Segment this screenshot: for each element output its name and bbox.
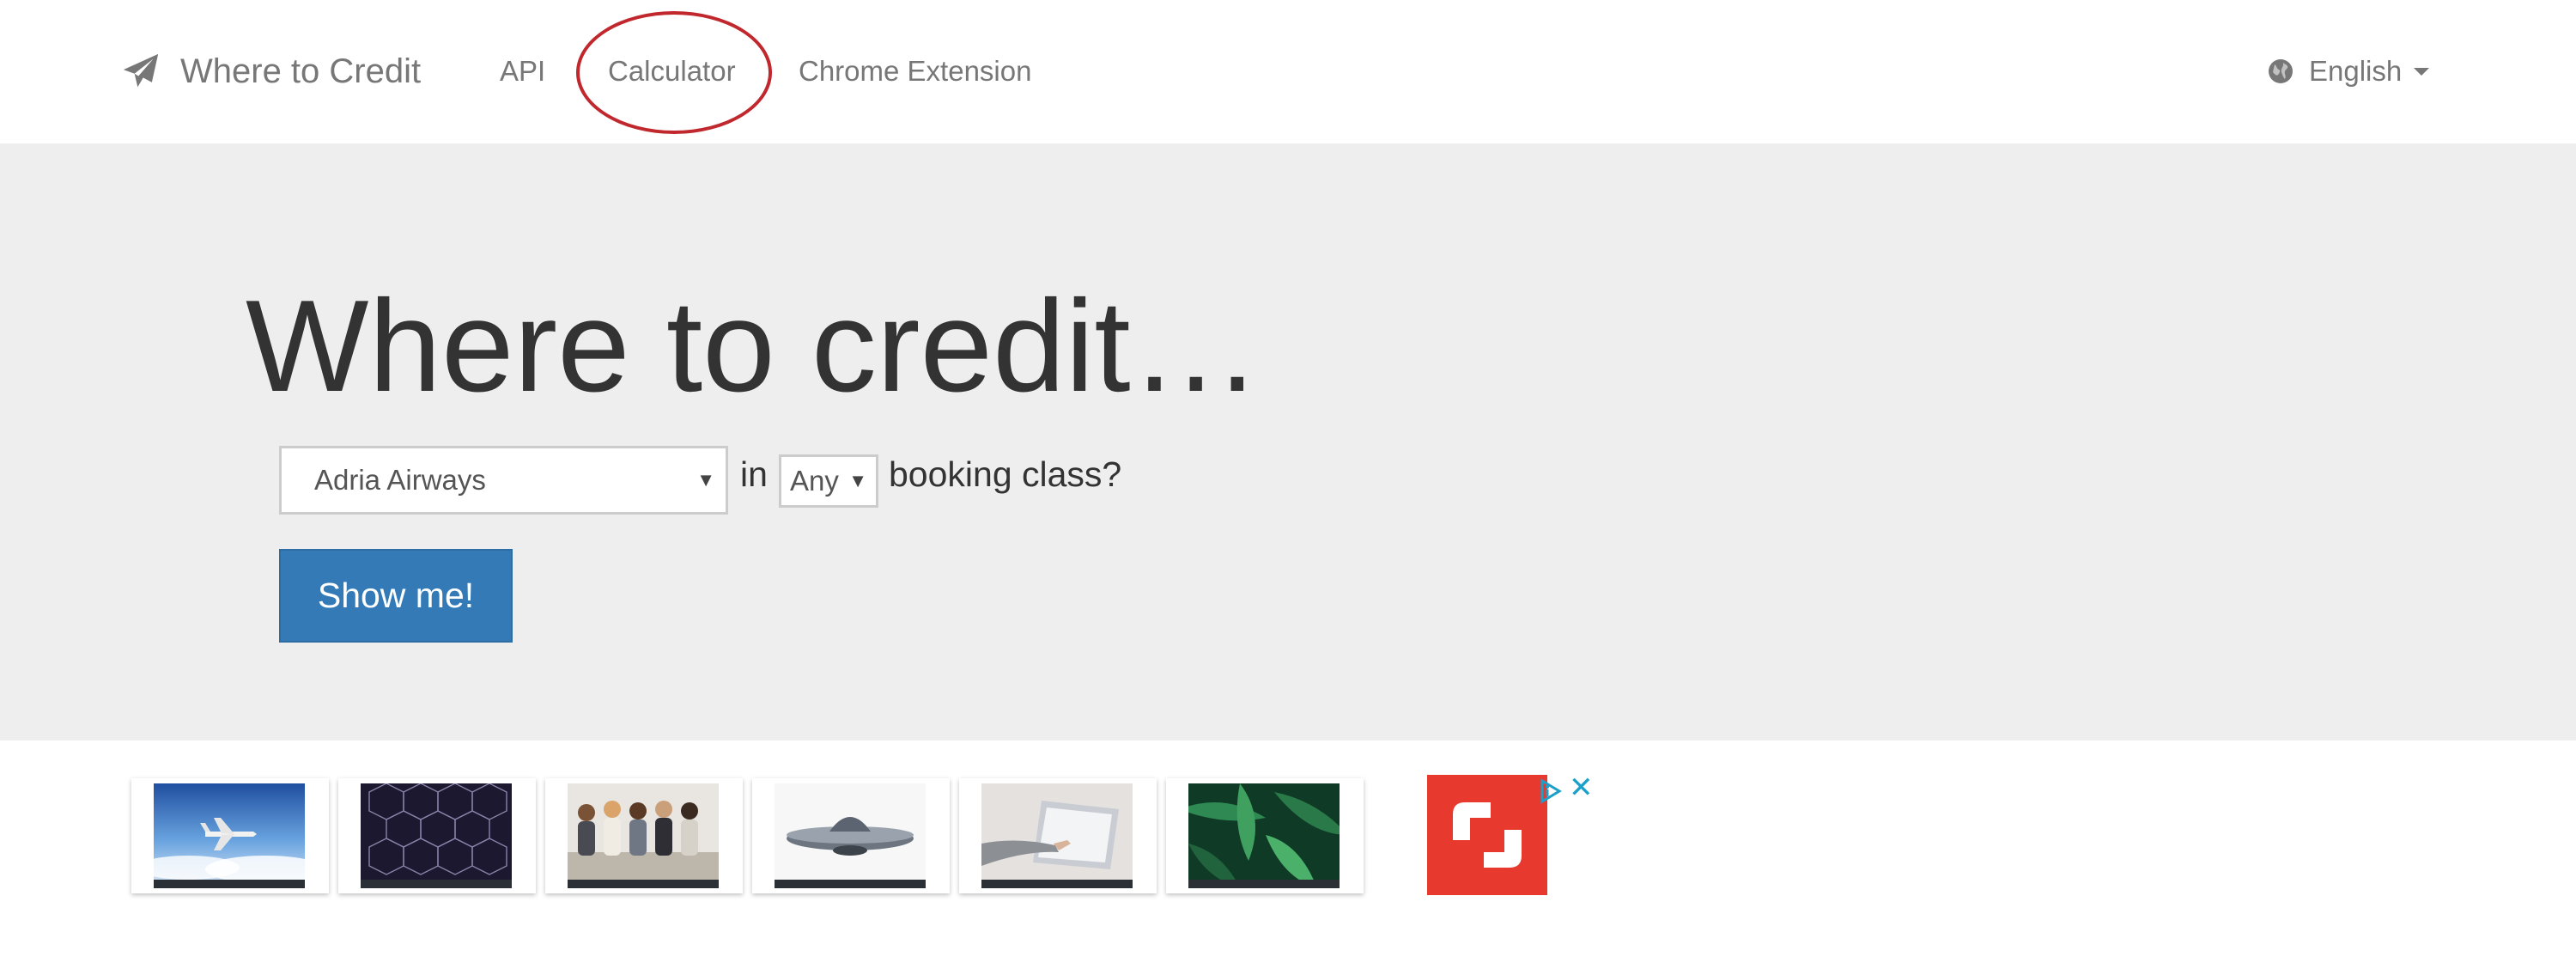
in-label: in: [740, 454, 768, 494]
nav-calculator[interactable]: Calculator: [608, 41, 736, 101]
brand-name: Where to Credit: [180, 52, 422, 90]
ad-image-airplane: [154, 783, 305, 888]
booking-class-select[interactable]: Any ▼: [779, 454, 878, 508]
ad-image-card[interactable]: [752, 778, 950, 893]
close-icon[interactable]: ✕: [1569, 773, 1594, 802]
ad-image-card[interactable]: [131, 778, 329, 893]
ad-image-group-of-people: [568, 783, 719, 888]
booking-class-value: Any: [790, 465, 839, 497]
nav-api[interactable]: API: [500, 41, 545, 101]
ad-banner: ✕: [0, 740, 2576, 975]
dropdown-arrow-icon: ▼: [696, 469, 715, 491]
ad-image-card[interactable]: [545, 778, 743, 893]
ad-image-tropical-leaves: [1188, 783, 1340, 888]
ad-image-hexagon-pattern: [361, 783, 512, 888]
hero-section: Where to credit… Adria Airways ▼ in Any …: [0, 143, 2576, 740]
ad-image-card[interactable]: [1166, 778, 1364, 893]
adchoices-icon[interactable]: [1537, 778, 1563, 804]
ad-image-card[interactable]: [959, 778, 1157, 893]
globe-icon: [2269, 59, 2293, 83]
show-me-button[interactable]: Show me!: [279, 549, 513, 643]
booking-class-label: booking class?: [889, 454, 1122, 494]
ad-image-laptop-hand: [981, 783, 1133, 888]
ad-image-card[interactable]: [338, 778, 536, 893]
dropdown-arrow-icon: ▼: [848, 470, 867, 491]
ad-image-flying-saucer: [775, 783, 926, 888]
brand-link[interactable]: Where to Credit: [122, 41, 421, 101]
language-dropdown[interactable]: English: [2268, 41, 2430, 101]
paper-plane-icon: [123, 53, 159, 88]
nav-chrome-extension[interactable]: Chrome Extension: [799, 41, 1031, 101]
airline-select[interactable]: Adria Airways ▼: [279, 446, 728, 515]
airline-select-value: Adria Airways: [314, 464, 486, 496]
hero-title: Where to credit…: [246, 273, 1261, 419]
top-navbar: Where to Credit API Calculator Chrome Ex…: [0, 0, 2576, 143]
caret-down-icon: [2414, 67, 2430, 76]
language-label: English: [2309, 55, 2403, 87]
shutterstock-logo-icon[interactable]: [1427, 775, 1547, 895]
